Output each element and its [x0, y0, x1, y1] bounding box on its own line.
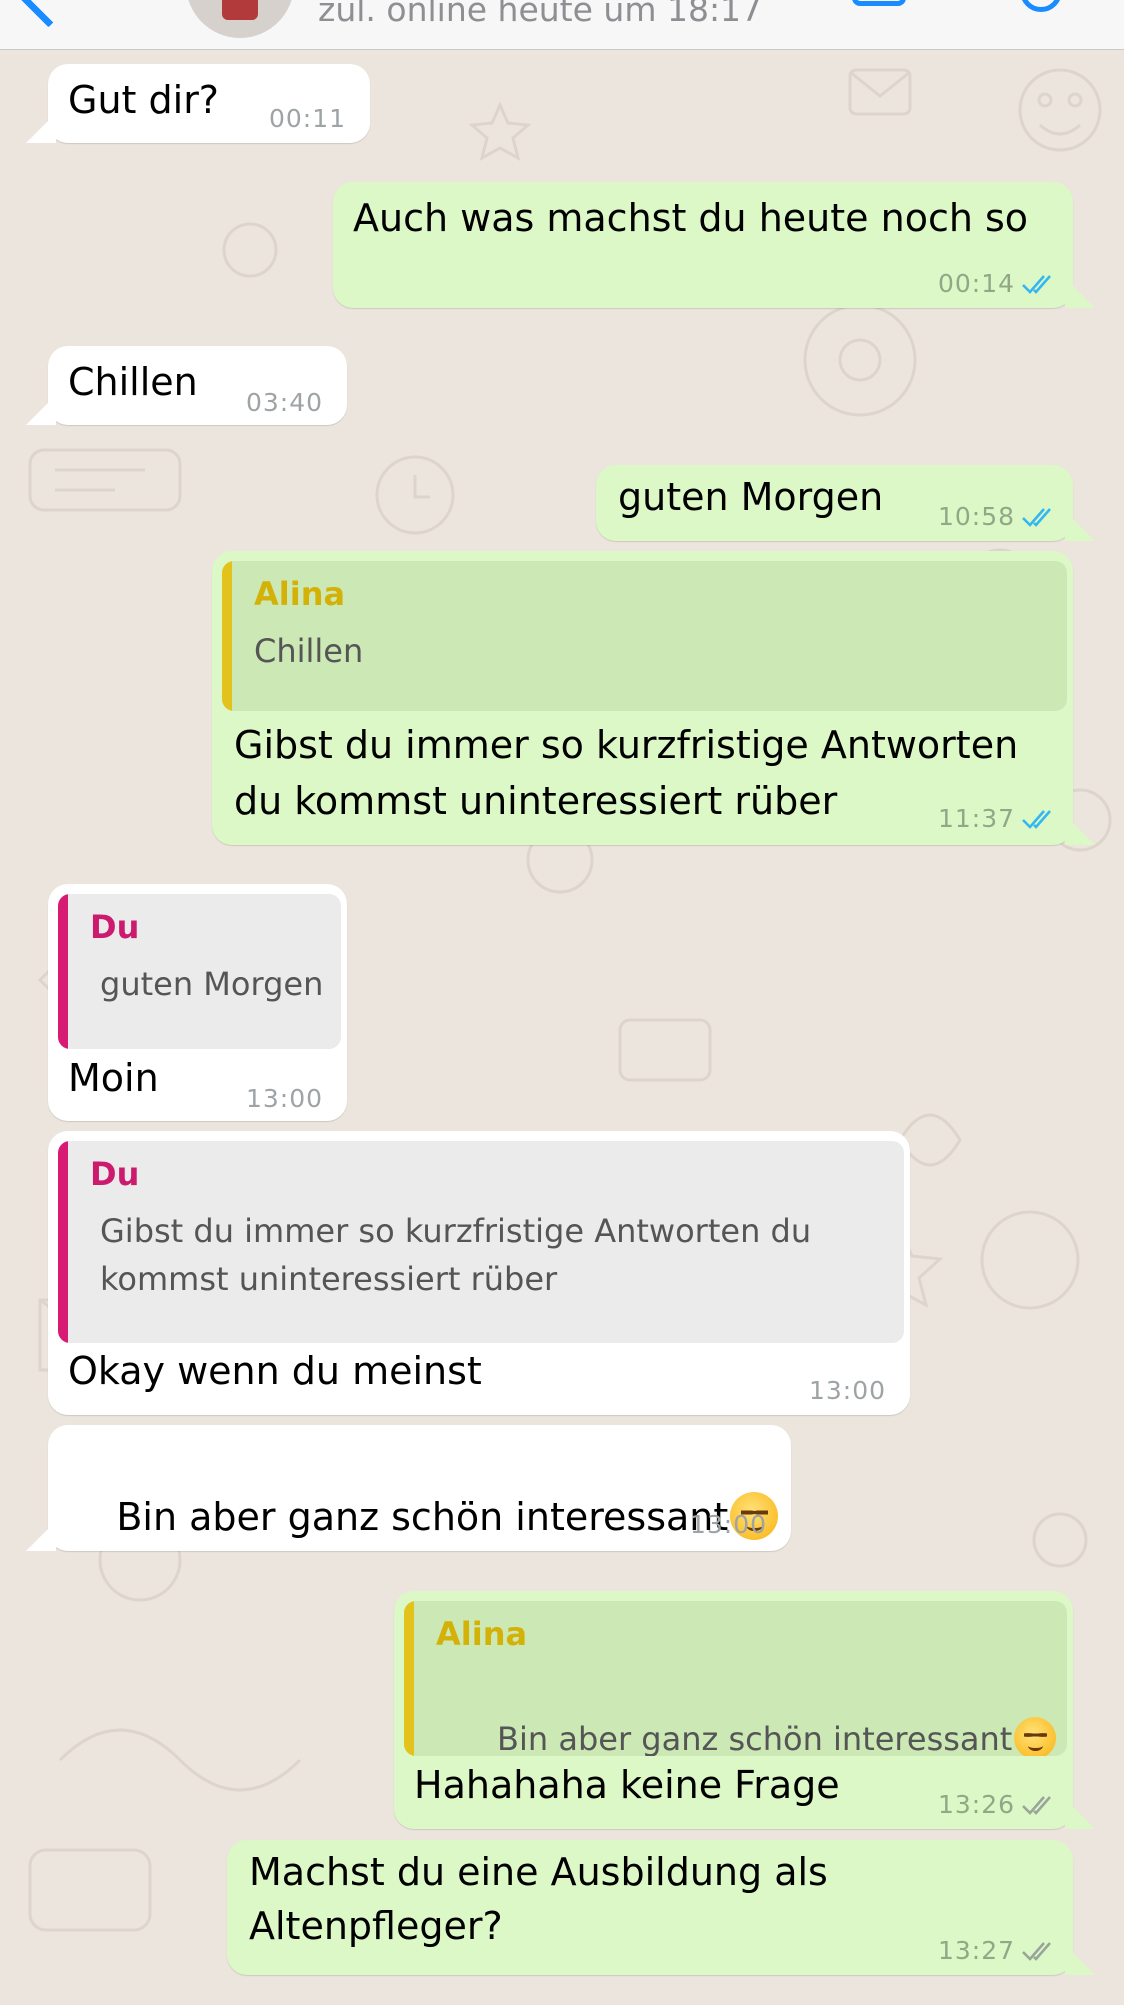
quote-author: Alina: [254, 575, 346, 613]
message-outgoing[interactable]: Machst du eine Ausbildung als Altenpfleg…: [227, 1840, 1095, 1975]
quoted-message[interactable]: Du guten Morgen: [58, 894, 341, 1049]
bubble-tail: [1065, 1945, 1095, 1975]
quote-author: Du: [90, 1155, 140, 1193]
quote-text: Chillen: [254, 632, 364, 670]
quote-text-content: Bin aber ganz schön interessant: [497, 1720, 1013, 1756]
message-text: guten Morgen: [618, 475, 884, 519]
message-meta: 13:27: [938, 1936, 1057, 1965]
message-time: 00:14: [937, 269, 1015, 298]
quote-accent-bar: [58, 1141, 68, 1343]
message-meta: 00:11: [269, 104, 346, 133]
message-outgoing[interactable]: Auch was machst du heute noch so 00:14: [333, 182, 1095, 308]
message-meta: 13:00: [690, 1510, 767, 1539]
message-text: Moin: [68, 1056, 159, 1100]
double-check-icon: [1022, 809, 1051, 829]
bubble-tail: [26, 113, 56, 143]
double-check-icon: [1022, 1795, 1051, 1815]
message-text-line: Machst du eine Ausbildung als: [249, 1850, 828, 1894]
message-outgoing[interactable]: guten Morgen 10:58: [596, 465, 1095, 541]
message-time: 00:11: [268, 104, 346, 133]
double-check-icon: [1022, 507, 1051, 527]
quote-accent-bar: [222, 561, 232, 711]
message-text-content: Bin aber ganz schön interessant: [116, 1495, 729, 1539]
message-meta: 03:40: [246, 388, 323, 417]
message-text: Gut dir?: [68, 78, 219, 122]
voice-call-icon[interactable]: [1020, 0, 1062, 12]
bubble-tail: [26, 1521, 56, 1551]
contact-avatar[interactable]: [186, 0, 294, 38]
quote-text-line: kommst uninteressiert rüber: [100, 1260, 558, 1298]
message-text: Bin aber ganz schön interessant: [68, 1433, 779, 1601]
back-chevron-icon[interactable]: [19, 0, 78, 28]
relieved-face-emoji: [1014, 1717, 1057, 1756]
bubble-tail: [26, 395, 56, 425]
message-outgoing-reply[interactable]: Alina Bin aber ganz schön interessant Ha…: [394, 1591, 1095, 1829]
bubble-tail: [1065, 1799, 1095, 1829]
contact-status: zul. online heute um 18:17: [318, 0, 763, 29]
bubble-tail: [1065, 815, 1095, 845]
quote-text-line: Gibst du immer so kurzfristige Antworten…: [100, 1212, 812, 1250]
message-time: 10:58: [937, 502, 1015, 531]
message-meta: 00:14: [938, 269, 1057, 298]
message-text: Chillen: [68, 360, 198, 404]
bubble-tail: [1065, 511, 1095, 541]
message-time: 13:26: [937, 1790, 1015, 1819]
message-text: Auch was machst du heute noch so: [353, 196, 1029, 240]
message-incoming[interactable]: Bin aber ganz schön interessant 13:00: [26, 1425, 791, 1551]
message-incoming-reply[interactable]: Du guten Morgen Moin 13:00: [48, 884, 347, 1121]
quote-author: Du: [90, 908, 140, 946]
message-time: 13:27: [937, 1936, 1015, 1965]
quote-accent-bar: [58, 894, 68, 1049]
message-incoming-reply[interactable]: Du Gibst du immer so kurzfristige Antwor…: [48, 1131, 910, 1415]
chat-header: zul. online heute um 18:17: [0, 0, 1124, 50]
message-meta: 13:26: [938, 1790, 1057, 1819]
message-text: Okay wenn du meinst: [68, 1349, 482, 1393]
quoted-message[interactable]: Alina Chillen: [222, 561, 1067, 711]
quote-accent-bar: [404, 1601, 414, 1756]
message-incoming[interactable]: Chillen 03:40: [26, 346, 347, 425]
quote-text: guten Morgen: [100, 965, 324, 1003]
message-time: 03:40: [245, 388, 323, 417]
message-incoming[interactable]: Gut dir? 00:11: [26, 64, 370, 143]
message-meta: 11:37: [938, 804, 1057, 833]
message-time: 13:00: [689, 1510, 767, 1539]
message-text-line: Altenpfleger?: [249, 1904, 503, 1948]
quote-author: Alina: [436, 1615, 528, 1653]
message-time: 13:00: [245, 1084, 323, 1113]
message-text: Hahahaha keine Frage: [414, 1763, 840, 1807]
video-call-icon[interactable]: [852, 0, 906, 6]
message-meta: 10:58: [938, 502, 1057, 531]
double-check-icon: [1022, 274, 1051, 294]
quote-text: Bin aber ganz schön interessant: [436, 1667, 1057, 1756]
quoted-message[interactable]: Du Gibst du immer so kurzfristige Antwor…: [58, 1141, 904, 1343]
message-time: 11:37: [937, 804, 1015, 833]
message-outgoing-reply[interactable]: Alina Chillen Gibst du immer so kurzfris…: [212, 551, 1095, 845]
message-text-line: Gibst du immer so kurzfristige Antworten: [234, 723, 1019, 767]
quoted-message[interactable]: Alina Bin aber ganz schön interessant: [404, 1601, 1067, 1756]
message-text-line: du kommst uninteressiert rüber: [234, 779, 838, 823]
message-time: 13:00: [808, 1376, 886, 1405]
bubble-tail: [1065, 278, 1095, 308]
message-meta: 13:00: [809, 1376, 886, 1405]
double-check-icon: [1022, 1941, 1051, 1961]
message-meta: 13:00: [246, 1084, 323, 1113]
